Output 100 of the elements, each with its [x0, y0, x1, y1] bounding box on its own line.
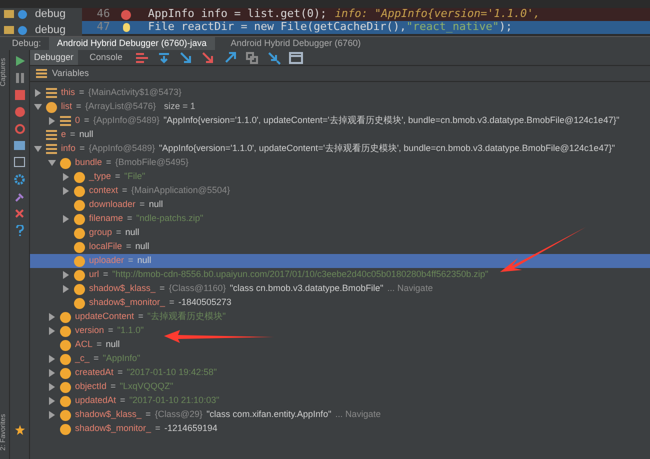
variable-name: 0	[75, 114, 80, 128]
collapse-arrow-icon[interactable]	[34, 103, 42, 111]
string-value: "去掉观看历史模块"	[147, 310, 226, 324]
module-item[interactable]: debug	[35, 6, 66, 22]
variable-name: list	[61, 100, 72, 114]
resume-icon[interactable]	[14, 56, 24, 66]
variable-name: objectId	[75, 380, 107, 394]
debug-session-tab[interactable]: Android Hybrid Debugger (6760)	[222, 37, 369, 50]
equals-sign: =	[108, 324, 114, 338]
equals-sign: =	[84, 114, 90, 128]
help-icon[interactable]	[16, 225, 24, 236]
inline-value: info: "AppInfo{version='1.1.0',	[334, 6, 540, 22]
field-icon	[74, 298, 85, 308]
equals-sign: =	[127, 212, 132, 226]
layout-icon[interactable]	[14, 157, 25, 167]
string-value: "ndle-patchs.zip"	[136, 212, 204, 226]
object-type: {MainActivity$1@5473}	[88, 86, 182, 100]
equals-sign: =	[115, 170, 120, 184]
breakpoint-icon[interactable]	[121, 10, 131, 20]
field-icon	[74, 256, 85, 266]
variable-name: group	[89, 226, 112, 240]
object-type: {AppInfo@5489}	[93, 114, 160, 128]
expand-arrow-icon[interactable]	[48, 383, 56, 391]
object-type: {ArrayList@5476}	[85, 100, 156, 114]
equals-sign: =	[70, 128, 76, 142]
force-step-into-icon[interactable]	[200, 50, 215, 64]
field-icon	[60, 410, 71, 420]
variable-name: url	[89, 268, 100, 282]
variable-icon	[60, 116, 71, 126]
variable-name: shadow$_monitor_	[89, 296, 166, 310]
collapse-arrow-icon[interactable]	[34, 145, 42, 153]
step-out-icon[interactable]	[222, 50, 237, 64]
expand-arrow-icon[interactable]	[48, 397, 56, 405]
expand-arrow-icon[interactable]	[34, 89, 42, 97]
pause-icon[interactable]	[14, 73, 24, 83]
expand-arrow-icon[interactable]	[62, 215, 70, 223]
star-icon[interactable]	[14, 425, 24, 435]
close-icon[interactable]	[15, 209, 24, 218]
field-icon	[60, 326, 71, 336]
expand-arrow-icon[interactable]	[48, 327, 56, 335]
debugger-view-tab[interactable]: Console	[86, 50, 127, 65]
code-line: File reactDir = new File(getCacheDir(),"react_native");	[148, 20, 512, 36]
expand-arrow-icon[interactable]	[48, 369, 56, 377]
object-type: {MainApplication@5504}	[131, 184, 230, 198]
field-icon	[60, 158, 71, 168]
variables-icon	[36, 69, 47, 78]
debug-session-tab[interactable]: Android Hybrid Debugger (6760)-java	[49, 37, 215, 50]
variable-value: null	[148, 198, 163, 212]
equals-sign: =	[96, 338, 102, 352]
equals-sign: =	[128, 254, 134, 268]
drop-frame-icon[interactable]	[244, 50, 259, 64]
variable-value: null	[106, 338, 120, 352]
expand-arrow-icon[interactable]	[62, 271, 70, 279]
string-value: "1.1.0"	[117, 324, 144, 338]
variable-name: updatedAt	[75, 394, 116, 408]
equals-sign: =	[80, 142, 85, 156]
lightbulb-icon[interactable]	[122, 23, 130, 32]
settings-icon[interactable]	[14, 174, 25, 185]
expand-arrow-icon[interactable]	[62, 285, 70, 293]
field-icon	[60, 382, 71, 392]
equals-sign: =	[94, 352, 99, 366]
equals-sign: =	[106, 156, 112, 170]
step-over-icon[interactable]	[156, 50, 171, 64]
variable-value: null	[135, 240, 150, 254]
stop-icon[interactable]	[14, 90, 24, 100]
step-into-icon[interactable]	[178, 50, 193, 64]
run-to-cursor-icon[interactable]	[266, 50, 281, 64]
variable-name: bundle	[75, 156, 102, 170]
evaluate-icon[interactable]	[288, 50, 303, 64]
expand-arrow-icon[interactable]	[48, 411, 56, 419]
field-icon	[60, 424, 71, 434]
string-value: "File"	[124, 170, 146, 184]
show-execution-point-icon[interactable]	[134, 50, 149, 64]
variable-value: "class cn.bmob.v3.datatype.BmobFile"	[230, 282, 384, 296]
expand-arrow-icon[interactable]	[62, 173, 70, 181]
equals-sign: =	[169, 296, 174, 310]
variable-name: context	[89, 184, 118, 198]
navigate-link[interactable]: ... Navigate	[387, 282, 433, 296]
expand-arrow-icon[interactable]	[48, 355, 56, 363]
module-item[interactable]: debug	[35, 22, 66, 38]
equals-sign: =	[126, 240, 132, 254]
navigate-link[interactable]: ... Navigate	[335, 408, 381, 422]
expand-arrow-icon[interactable]	[62, 187, 70, 195]
equals-sign: =	[138, 310, 144, 324]
selected-tree-row[interactable]: uploader = null	[30, 254, 650, 268]
collapse-arrow-icon[interactable]	[48, 159, 56, 167]
variable-name: e	[61, 128, 66, 142]
variable-value: null	[125, 226, 140, 240]
expand-arrow-icon[interactable]	[48, 117, 56, 125]
expand-arrow-icon[interactable]	[48, 313, 56, 321]
equals-sign: =	[118, 366, 123, 380]
breakpoints-icon[interactable]	[14, 107, 24, 117]
equals-sign: =	[76, 100, 82, 114]
variable-icon	[46, 88, 57, 98]
object-type: {BmobFile@5495}	[115, 156, 188, 170]
mute-breakpoints-icon[interactable]	[14, 124, 24, 134]
code-line: AppInfo info = list.get(0);	[148, 6, 327, 22]
debugger-view-tab[interactable]: Debugger	[30, 50, 78, 65]
field-icon	[74, 242, 85, 252]
panel-title: Variables	[52, 66, 89, 80]
